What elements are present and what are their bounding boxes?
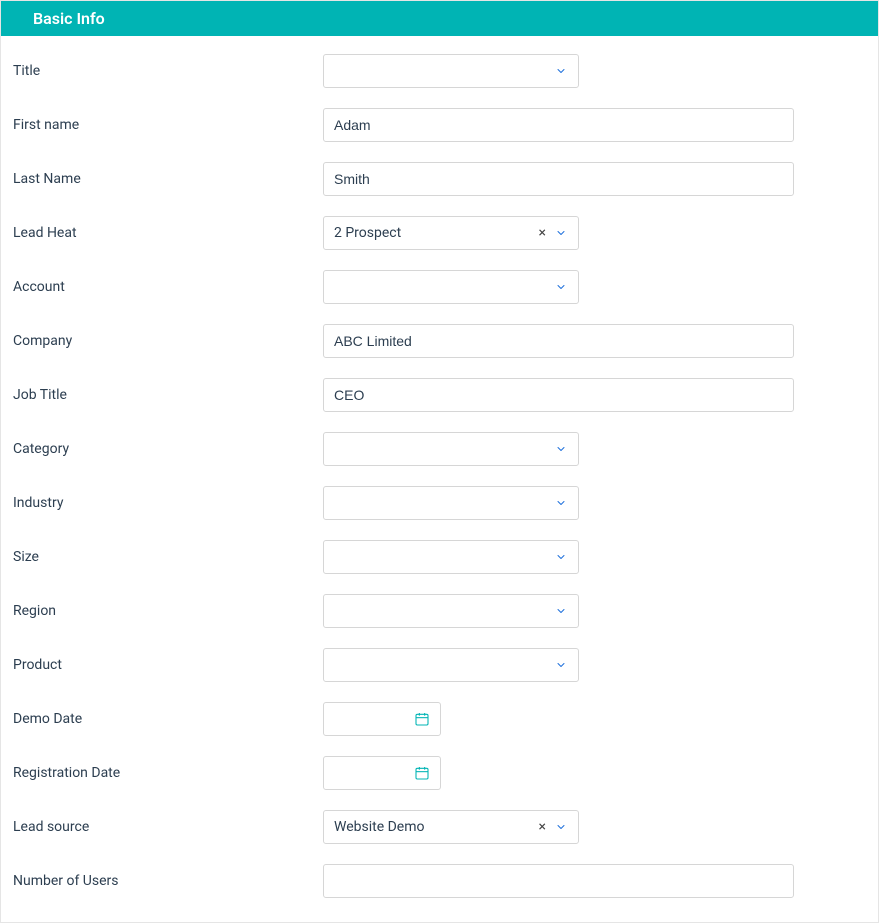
chevron-down-icon [552,62,570,80]
chevron-down-icon [552,818,570,836]
row-title: Title [11,54,868,88]
row-demo-date: Demo Date [11,702,868,736]
label-size: Size [11,549,323,565]
label-last-name: Last Name [11,171,323,187]
label-lead-source: Lead source [11,819,323,835]
close-icon[interactable]: × [533,226,552,240]
chevron-down-icon [552,602,570,620]
label-lead-heat: Lead Heat [11,225,323,241]
label-job-title: Job Title [11,387,323,403]
label-product: Product [11,657,323,673]
number-of-users-input[interactable] [323,864,794,898]
label-title: Title [11,63,323,79]
label-company: Company [11,333,323,349]
last-name-input[interactable] [323,162,794,196]
label-industry: Industry [11,495,323,511]
company-input[interactable] [323,324,794,358]
industry-select[interactable] [323,486,579,520]
lead-source-select[interactable]: Website Demo × [323,810,579,844]
registration-date-input[interactable] [323,756,441,790]
title-select[interactable] [323,54,579,88]
row-first-name: First name [11,108,868,142]
product-select[interactable] [323,648,579,682]
region-select[interactable] [323,594,579,628]
row-industry: Industry [11,486,868,520]
calendar-icon [414,711,430,727]
chevron-down-icon [552,224,570,242]
basic-info-panel: Basic Info Title First name Last Name [0,0,879,923]
row-last-name: Last Name [11,162,868,196]
row-lead-source: Lead source Website Demo × [11,810,868,844]
chevron-down-icon [552,278,570,296]
label-first-name: First name [11,117,323,133]
chevron-down-icon [552,494,570,512]
account-select[interactable] [323,270,579,304]
panel-header: Basic Info [1,1,878,36]
row-company: Company [11,324,868,358]
first-name-input[interactable] [323,108,794,142]
label-demo-date: Demo Date [11,711,323,727]
demo-date-input[interactable] [323,702,441,736]
close-icon[interactable]: × [533,820,552,834]
lead-heat-value: 2 Prospect [334,225,533,241]
category-select[interactable] [323,432,579,466]
row-reg-date: Registration Date [11,756,868,790]
label-category: Category [11,441,323,457]
job-title-input[interactable] [323,378,794,412]
label-account: Account [11,279,323,295]
row-size: Size [11,540,868,574]
row-num-users: Number of Users [11,864,868,898]
row-account: Account [11,270,868,304]
panel-title: Basic Info [33,9,105,28]
row-category: Category [11,432,868,466]
row-job-title: Job Title [11,378,868,412]
calendar-icon [414,765,430,781]
label-reg-date: Registration Date [11,765,323,781]
chevron-down-icon [552,548,570,566]
row-lead-heat: Lead Heat 2 Prospect × [11,216,868,250]
lead-source-value: Website Demo [334,819,533,835]
chevron-down-icon [552,440,570,458]
label-num-users: Number of Users [11,873,323,889]
form-body: Title First name Last Name Lead He [1,36,878,922]
label-region: Region [11,603,323,619]
lead-heat-select[interactable]: 2 Prospect × [323,216,579,250]
row-product: Product [11,648,868,682]
size-select[interactable] [323,540,579,574]
chevron-down-icon [552,656,570,674]
row-region: Region [11,594,868,628]
